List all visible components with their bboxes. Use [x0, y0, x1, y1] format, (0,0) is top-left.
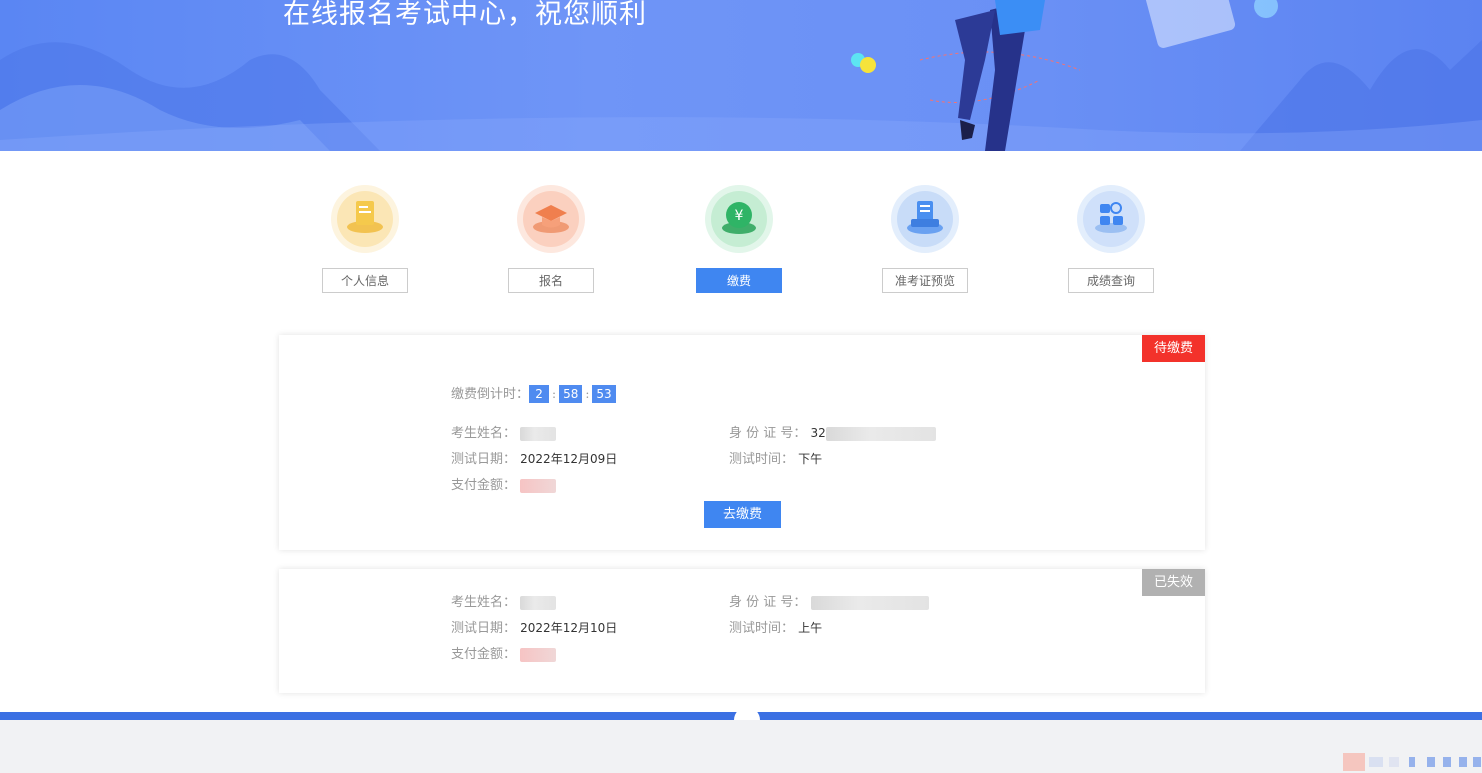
countdown-label: 缴费倒计时：: [451, 387, 530, 402]
step-admission-preview[interactable]: 准考证预览: [882, 185, 968, 293]
step-icon-wrap: ¥: [705, 185, 773, 253]
step-label: 个人信息: [322, 268, 408, 293]
page-title: 在线报名考试中心，祝您顺利: [283, 0, 647, 30]
test-time-row: 测试时间： 上午: [729, 617, 822, 636]
banner-illustration: [0, 0, 1482, 151]
svg-text:¥: ¥: [735, 208, 744, 224]
score-search-icon: [1077, 185, 1145, 253]
amount-label: 支付金额：: [451, 647, 517, 662]
payment-order-card: 待缴费 缴费倒计时： 2:58:53 考生姓名： 身 份 证 号： 32 测试日期…: [279, 335, 1205, 550]
amount-label: 支付金额：: [451, 478, 517, 493]
redacted-amount: [520, 478, 557, 493]
time-label: 测试时间：: [729, 621, 795, 636]
footer-bar: [0, 707, 1482, 720]
payment-countdown: 缴费倒计时： 2:58:53: [451, 383, 616, 403]
candidate-name-row: 考生姓名：: [451, 422, 557, 441]
amount-row: 支付金额：: [451, 474, 557, 493]
test-date: 2022年12月10日: [520, 621, 618, 635]
step-score-query[interactable]: 成绩查询: [1068, 185, 1154, 293]
test-date-row: 测试日期： 2022年12月09日: [451, 448, 617, 467]
step-icon-wrap: [331, 185, 399, 253]
document-icon: [331, 185, 399, 253]
countdown-hours: 2: [529, 385, 550, 403]
yuan-coin-icon: ¥: [705, 185, 773, 253]
go-pay-button[interactable]: 去缴费: [704, 501, 781, 528]
candidate-name-row: 考生姓名：: [451, 591, 557, 610]
step-label: 准考证预览: [882, 268, 968, 293]
test-date: 2022年12月09日: [520, 452, 618, 466]
step-label: 缴费: [696, 268, 782, 293]
main-content: 个人信息 报名 ¥ 缴费 准考证预览 成绩查询 待缴费 缴费倒计时： 2: 5…: [0, 151, 1482, 771]
name-label: 考生姓名：: [451, 426, 517, 441]
test-time: 上午: [798, 621, 823, 635]
redacted-id: [825, 426, 936, 441]
status-badge: 已失效: [1141, 569, 1205, 596]
redacted-id: [810, 595, 929, 610]
id-number-row: 身 份 证 号：: [729, 591, 929, 610]
time-label: 测试时间：: [729, 452, 795, 467]
redacted-amount: [520, 647, 557, 662]
amount-row: 支付金额：: [451, 643, 557, 662]
countdown-seconds: 53: [592, 385, 616, 403]
id-label: 身 份 证 号：: [729, 426, 807, 441]
header-banner: 在线报名考试中心，祝您顺利: [0, 0, 1482, 151]
step-register[interactable]: 报名: [508, 185, 594, 293]
date-label: 测试日期：: [451, 452, 517, 467]
id-number-row: 身 份 证 号： 32: [729, 422, 936, 441]
test-time: 下午: [798, 452, 823, 466]
name-label: 考生姓名：: [451, 595, 517, 610]
step-personal-info[interactable]: 个人信息: [322, 185, 408, 293]
status-badge: 待缴费: [1141, 335, 1205, 362]
date-label: 测试日期：: [451, 621, 517, 636]
countdown-minutes: 58: [559, 385, 583, 403]
step-label: 成绩查询: [1068, 268, 1154, 293]
test-date-row: 测试日期： 2022年12月10日: [451, 617, 617, 636]
side-floating-widget[interactable]: [1343, 751, 1482, 773]
graduation-cap-icon: [517, 185, 585, 253]
id-label: 身 份 证 号：: [729, 595, 807, 610]
step-label: 报名: [508, 268, 594, 293]
test-time-row: 测试时间： 下午: [729, 448, 822, 467]
admission-ticket-icon: [891, 185, 959, 253]
step-icon-wrap: [891, 185, 959, 253]
step-icon-wrap: [517, 185, 585, 253]
redacted-name: [520, 595, 557, 610]
id-prefix: 32: [810, 426, 826, 440]
redacted-name: [520, 426, 557, 441]
step-icon-wrap: [1077, 185, 1145, 253]
step-payment[interactable]: ¥ 缴费: [696, 185, 782, 293]
expired-order-card: 已失效 考生姓名： 身 份 证 号： 测试日期： 2022年12月10日 测试时…: [279, 569, 1205, 693]
